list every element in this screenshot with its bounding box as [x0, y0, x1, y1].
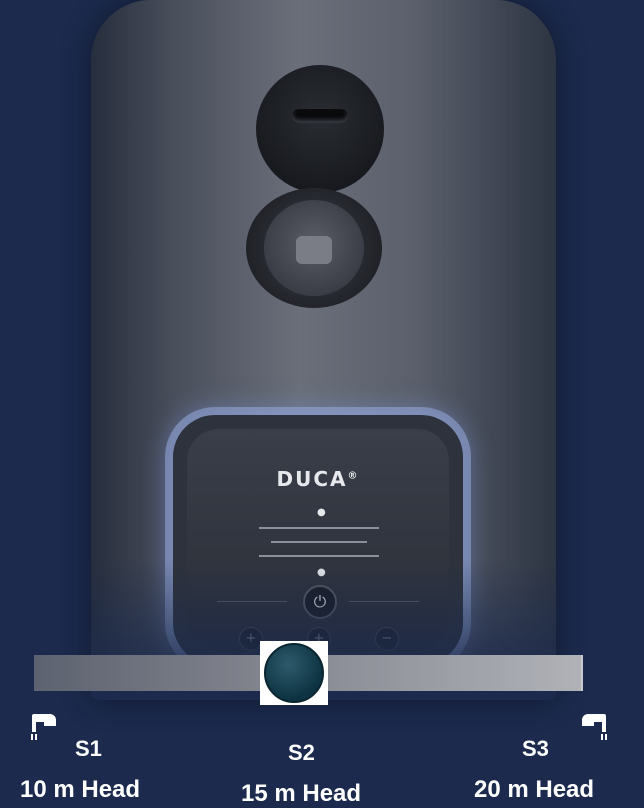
control-panel: DUCA® ● ● ⏻ + + −: [173, 415, 463, 665]
temperature-knob-face: [264, 200, 364, 296]
led-indicator-row: [271, 541, 367, 543]
top-knob-slot: [292, 109, 348, 123]
slider-thumb-frame[interactable]: [260, 641, 328, 705]
slider-thumb[interactable]: [264, 643, 324, 703]
setting-s2-label: S2: [288, 740, 315, 765]
drop-icon: ●: [317, 567, 326, 578]
led-indicator-row: [259, 527, 379, 529]
top-knob: [256, 65, 384, 193]
drop-icon: ●: [317, 507, 326, 518]
divider: [349, 601, 419, 602]
temperature-knob: [246, 188, 382, 308]
setting-s1-label: S1: [75, 736, 102, 761]
divider: [217, 601, 287, 602]
brand-logo: DUCA®: [276, 467, 360, 491]
setting-s1-head: 10 m Head: [20, 776, 141, 803]
setting-s3-head: 20 m Head: [474, 776, 595, 803]
power-button[interactable]: ⏻: [303, 585, 337, 619]
led-indicator-row: [259, 555, 379, 557]
temperature-knob-grip: [296, 236, 332, 264]
decrease-button[interactable]: −: [375, 627, 399, 651]
control-panel-face: DUCA® ● ● ⏻ + + −: [187, 429, 449, 651]
setting-s3-label: S3: [522, 736, 549, 761]
faucet-left-icon: [31, 714, 56, 740]
water-heater-device: DUCA® ● ● ⏻ + + −: [91, 0, 556, 700]
setting-s2-head: 15 m Head: [241, 780, 362, 807]
faucet-right-icon: [582, 714, 607, 740]
